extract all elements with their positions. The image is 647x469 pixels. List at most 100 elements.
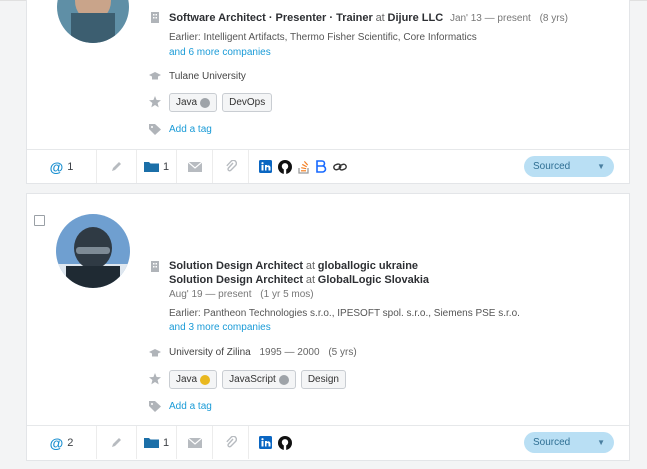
social-profiles bbox=[249, 150, 509, 183]
mail-button[interactable] bbox=[177, 426, 213, 459]
candidate-toolbar: @ 2 1 Sourced ▼ bbox=[27, 425, 629, 459]
job-at: at bbox=[375, 12, 385, 24]
status-cell: Sourced ▼ bbox=[509, 426, 629, 459]
attachment-button[interactable] bbox=[213, 426, 249, 459]
tag-icon bbox=[149, 124, 161, 135]
tag-javascript[interactable]: JavaScript bbox=[222, 370, 296, 389]
company-building-icon bbox=[149, 12, 161, 23]
job-title[interactable]: Software Architect · Presenter · Trainer bbox=[169, 12, 373, 24]
attachment-button[interactable] bbox=[213, 150, 249, 183]
job-duration: (8 yrs) bbox=[539, 13, 568, 24]
paperclip-icon bbox=[225, 436, 237, 448]
tag-icon bbox=[149, 401, 161, 412]
job-at: at bbox=[305, 274, 316, 286]
graduation-cap-icon bbox=[149, 349, 161, 358]
status-dropdown[interactable]: Sourced ▼ bbox=[524, 156, 614, 177]
education-line: University of Zilina 1995 — 2000 (5 yrs) bbox=[169, 347, 357, 358]
earlier-list: Pantheon Technologies s.r.o., IPESOFT sp… bbox=[203, 308, 520, 319]
email-count: 1 bbox=[67, 160, 74, 173]
email-count-button[interactable]: @ 1 bbox=[27, 150, 97, 183]
tag-label: Java bbox=[176, 97, 198, 108]
chevron-down-icon: ▼ bbox=[597, 438, 605, 447]
folder-button[interactable]: 1 bbox=[137, 426, 177, 459]
add-tag-link[interactable]: Add a tag bbox=[169, 401, 212, 412]
star-icon[interactable] bbox=[149, 373, 161, 385]
job-line: Solution Design Architect at globallogic… bbox=[169, 260, 418, 272]
company-building-icon bbox=[149, 261, 161, 272]
education-school: University of Zilina bbox=[169, 347, 251, 358]
behance-icon[interactable] bbox=[316, 160, 327, 173]
link-icon[interactable] bbox=[333, 162, 347, 172]
tag-label: Java bbox=[176, 374, 198, 385]
tag-label: DevOps bbox=[229, 97, 266, 108]
folder-count: 1 bbox=[162, 436, 170, 449]
folder-icon bbox=[143, 162, 159, 172]
folder-count: 1 bbox=[162, 160, 170, 173]
education-duration: (5 yrs) bbox=[328, 347, 357, 358]
education-school: Tulane University bbox=[169, 71, 246, 82]
stackoverflow-icon[interactable] bbox=[298, 160, 310, 174]
tag-label: Design bbox=[307, 374, 339, 385]
github-icon[interactable] bbox=[278, 159, 292, 174]
earlier-companies: Earlier: Pantheon Technologies s.r.o., I… bbox=[169, 308, 520, 319]
job-line: Solution Design Architect at GlobalLogic… bbox=[169, 274, 429, 286]
education-line: Tulane University bbox=[169, 71, 246, 82]
pencil-icon bbox=[112, 162, 121, 171]
email-count: 2 bbox=[67, 436, 74, 449]
tag-devops[interactable]: DevOps bbox=[222, 93, 273, 112]
earlier-list: Intelligent Artifacts, Thermo Fisher Sci… bbox=[203, 32, 477, 43]
job-company[interactable]: Dijure LLC bbox=[388, 12, 444, 24]
mail-button[interactable] bbox=[177, 150, 213, 183]
at-icon: @ bbox=[49, 158, 64, 175]
paperclip-icon bbox=[225, 160, 237, 172]
tag-java[interactable]: Java bbox=[169, 93, 218, 112]
job-dates-line: Aug' 19 — present (1 yr 5 mos) bbox=[169, 289, 314, 300]
tag-label: JavaScript bbox=[229, 374, 276, 385]
tag-badge-icon bbox=[278, 374, 289, 385]
candidate-toolbar: @ 1 1 Sourced ▼ bbox=[27, 149, 629, 183]
email-count-button[interactable]: @ 2 bbox=[27, 426, 97, 459]
graduation-cap-icon bbox=[149, 72, 161, 81]
job-title[interactable]: Solution Design Architect bbox=[169, 260, 303, 272]
job-duration: (1 yr 5 mos) bbox=[260, 289, 314, 300]
chevron-down-icon: ▼ bbox=[597, 162, 605, 171]
linkedin-icon[interactable] bbox=[259, 436, 272, 449]
job-company[interactable]: globallogic ukraine bbox=[318, 260, 418, 272]
earlier-companies: Earlier: Intelligent Artifacts, Thermo F… bbox=[169, 32, 477, 43]
social-profiles bbox=[249, 426, 509, 459]
more-companies-link[interactable]: and 3 more companies bbox=[169, 322, 271, 333]
job-company[interactable]: GlobalLogic Slovakia bbox=[318, 274, 429, 286]
earlier-label: Earlier: bbox=[169, 32, 201, 43]
avatar[interactable] bbox=[56, 214, 130, 288]
edit-button[interactable] bbox=[97, 426, 137, 459]
status-cell: Sourced ▼ bbox=[509, 150, 629, 183]
status-dropdown[interactable]: Sourced ▼ bbox=[524, 432, 614, 453]
tag-design[interactable]: Design bbox=[300, 370, 346, 389]
edit-button[interactable] bbox=[97, 150, 137, 183]
linkedin-icon[interactable] bbox=[259, 160, 272, 173]
envelope-icon bbox=[187, 437, 202, 448]
pencil-icon bbox=[112, 438, 121, 447]
job-dates: Jan' 13 — present bbox=[449, 13, 531, 24]
job-title[interactable]: Solution Design Architect bbox=[169, 274, 303, 286]
select-checkbox[interactable] bbox=[34, 215, 45, 226]
more-companies-link[interactable]: and 6 more companies bbox=[169, 47, 271, 58]
earlier-label: Earlier: bbox=[169, 308, 201, 319]
tag-java[interactable]: Java bbox=[169, 370, 218, 389]
tag-badge-icon bbox=[200, 374, 211, 385]
tag-list: Java JavaScript Design bbox=[169, 370, 346, 389]
job-at: at bbox=[305, 260, 316, 272]
add-tag-link[interactable]: Add a tag bbox=[169, 124, 212, 135]
github-icon[interactable] bbox=[278, 435, 292, 450]
candidate-card: Solution Design Architect at globallogic… bbox=[26, 193, 630, 461]
avatar[interactable] bbox=[57, 0, 129, 43]
star-icon[interactable] bbox=[149, 96, 161, 108]
status-label: Sourced bbox=[533, 161, 571, 172]
tag-list: Java DevOps bbox=[169, 93, 273, 112]
tag-badge-icon bbox=[200, 97, 211, 108]
job-line: Software Architect · Presenter · Trainer… bbox=[169, 12, 568, 24]
folder-button[interactable]: 1 bbox=[137, 150, 177, 183]
candidate-card: Software Architect · Presenter · Trainer… bbox=[26, 0, 630, 184]
status-label: Sourced bbox=[533, 437, 571, 448]
education-years: 1995 — 2000 bbox=[259, 347, 320, 358]
